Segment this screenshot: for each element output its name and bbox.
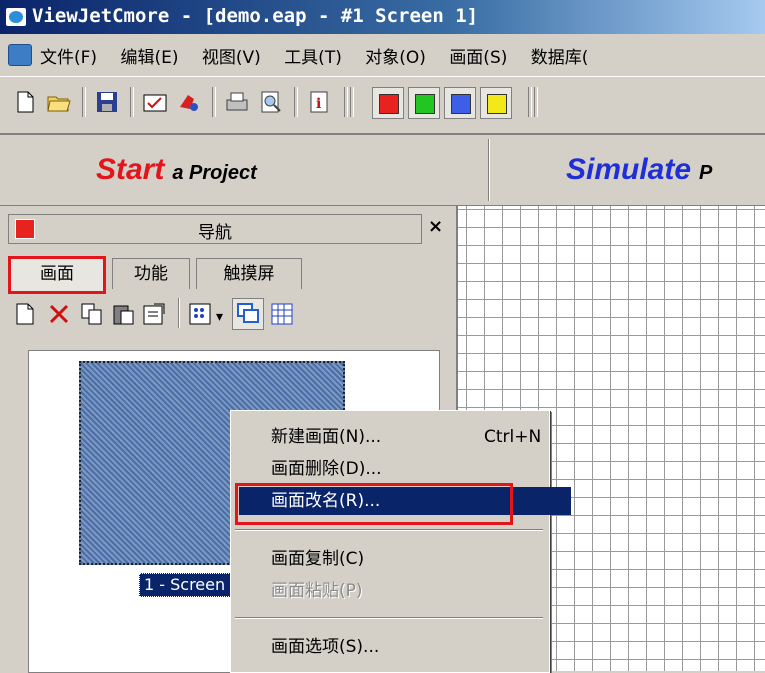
svg-text:i: i xyxy=(316,96,321,112)
nav-separator xyxy=(178,298,180,328)
title-bar: ViewJetCmore - [demo.eap - #1 Screen 1] xyxy=(0,0,765,34)
toolbar-separator xyxy=(212,87,216,117)
menu-file[interactable]: 文件(F) xyxy=(40,48,97,68)
new-file-icon[interactable] xyxy=(12,89,38,115)
menu-item-screen-options[interactable]: 画面选项(S)... xyxy=(239,633,571,661)
nav-toolbar: ▾ xyxy=(8,294,448,334)
strip-divider xyxy=(488,139,490,201)
quick-start-strip: Start a Project Simulate P xyxy=(0,135,765,207)
properties-icon[interactable] xyxy=(142,302,168,331)
save-icon[interactable] xyxy=(94,89,120,115)
toolbar-separator xyxy=(82,87,86,117)
menu-item-label: 画面粘贴(P) xyxy=(271,581,363,601)
yellow-swatch xyxy=(487,94,507,114)
toolbar-separator xyxy=(294,87,298,117)
copy-icon[interactable] xyxy=(80,302,104,331)
toolbar-separator xyxy=(534,87,538,117)
checkbox-icon[interactable] xyxy=(142,89,168,115)
dropdown-icon[interactable]: ▾ xyxy=(216,306,223,328)
menu-item-paste-screen: 画面粘贴(P) xyxy=(239,577,571,605)
simulate-project-link[interactable]: Simulate P xyxy=(566,153,712,187)
simulate-label: Simulate xyxy=(566,153,692,186)
menu-object[interactable]: 对象(O) xyxy=(365,48,426,68)
menu-database[interactable]: 数据库( xyxy=(531,48,589,68)
menu-view[interactable]: 视图(V) xyxy=(202,48,261,68)
simulate-sublabel: P xyxy=(699,162,713,184)
app-icon[interactable] xyxy=(6,8,26,26)
grid-icon[interactable] xyxy=(270,302,294,331)
toolbar-separator xyxy=(350,87,354,117)
menu-item-label: 画面选项(S)... xyxy=(271,637,380,657)
nav-header: 导航 xyxy=(8,214,422,244)
menu-item-shortcut: Ctrl+N xyxy=(484,427,542,447)
view-icon[interactable] xyxy=(188,302,212,331)
window-icon[interactable] xyxy=(232,298,264,330)
red-swatch xyxy=(379,94,399,114)
toolbar-separator xyxy=(344,87,348,117)
yellow-color-button[interactable] xyxy=(480,87,512,119)
menu-item-label: 画面复制(C) xyxy=(271,549,365,569)
toolbar: i xyxy=(0,77,765,135)
start-label: Start xyxy=(96,153,165,186)
menu-item-copy-screen[interactable]: 画面复制(C) xyxy=(239,545,571,573)
red-color-button[interactable] xyxy=(372,87,404,119)
blue-color-button[interactable] xyxy=(444,87,476,119)
toolbar-separator xyxy=(528,87,532,117)
close-icon[interactable]: × xyxy=(428,216,443,237)
document-icon[interactable] xyxy=(8,44,32,66)
info-icon[interactable]: i xyxy=(306,89,332,115)
start-project-link[interactable]: Start a Project xyxy=(96,153,257,187)
menu-tools[interactable]: 工具(T) xyxy=(284,48,342,68)
window-title: ViewJetCmore - [demo.eap - #1 Screen 1] xyxy=(32,5,479,27)
nav-title: 导航 xyxy=(198,223,232,243)
highlight-box xyxy=(235,483,513,525)
menu-item-delete-screen[interactable]: 画面删除(D)... xyxy=(239,455,571,483)
start-sublabel: a Project xyxy=(172,162,257,184)
toolbar-separator xyxy=(130,87,134,117)
flag-icon[interactable] xyxy=(176,89,202,115)
context-menu: 新建画面(N)... Ctrl+N 画面删除(D)... 画面改名(R)... … xyxy=(230,410,571,673)
menu-separator xyxy=(235,617,543,619)
print-icon[interactable] xyxy=(224,89,250,115)
open-folder-icon[interactable] xyxy=(46,89,72,115)
tab-screens[interactable]: 画面 xyxy=(8,256,106,294)
menu-item-label: 新建画面(N)... xyxy=(271,427,382,447)
green-swatch xyxy=(415,94,435,114)
menu-item-new-screen[interactable]: 新建画面(N)... Ctrl+N xyxy=(239,423,571,451)
blue-swatch xyxy=(451,94,471,114)
menu-separator xyxy=(235,529,543,531)
paste-icon[interactable] xyxy=(112,302,136,331)
tab-touchscreen[interactable]: 触摸屏 xyxy=(196,258,302,289)
green-color-button[interactable] xyxy=(408,87,440,119)
new-page-icon[interactable] xyxy=(14,302,36,331)
menu-item-label: 画面删除(D)... xyxy=(271,459,382,479)
tab-functions[interactable]: 功能 xyxy=(112,258,190,289)
menu-bar: 文件(F) 编辑(E) 视图(V) 工具(T) 对象(O) 画面(S) 数据库( xyxy=(0,34,765,77)
menu-screen[interactable]: 画面(S) xyxy=(449,48,507,68)
print-preview-icon[interactable] xyxy=(258,89,284,115)
menu-edit[interactable]: 编辑(E) xyxy=(120,48,178,68)
delete-icon[interactable] xyxy=(48,302,70,331)
